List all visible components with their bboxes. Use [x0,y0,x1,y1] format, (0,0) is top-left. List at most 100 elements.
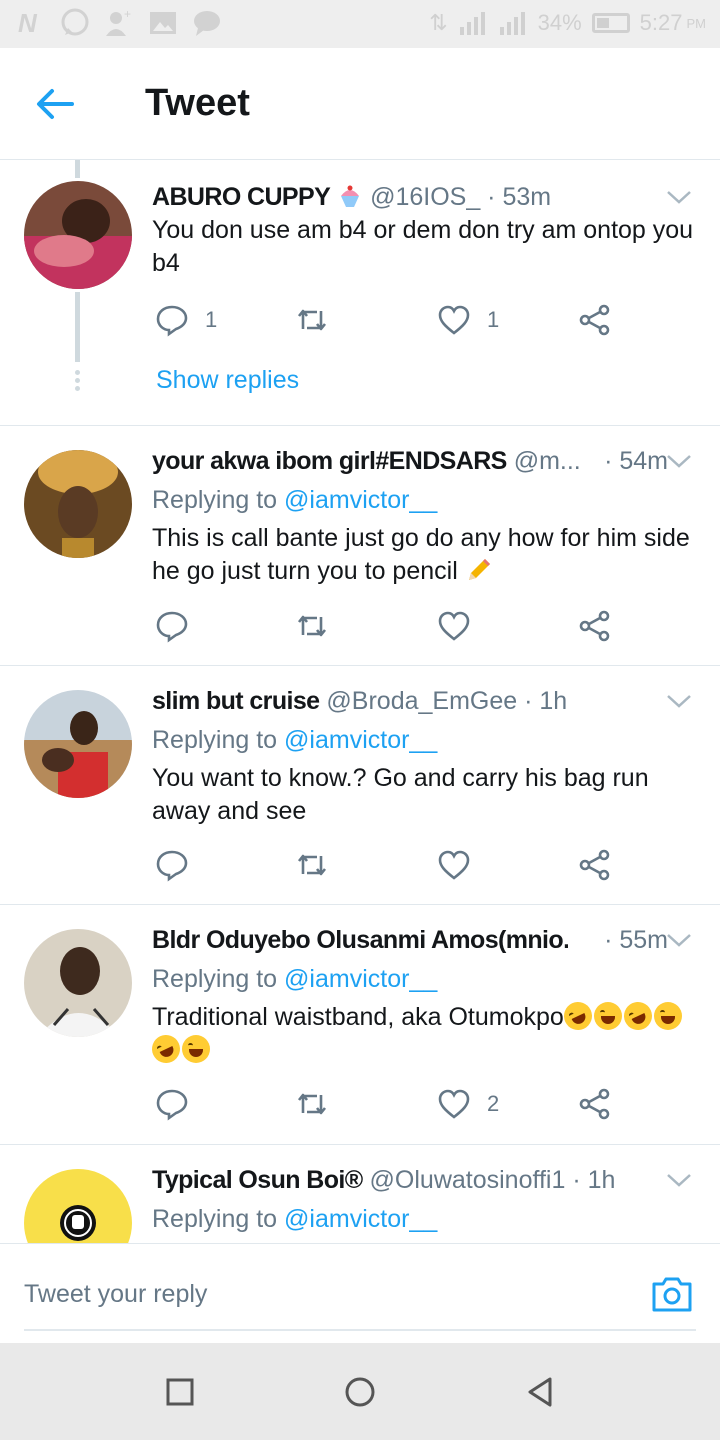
user-name[interactable]: ABURO CUPPY [152,183,331,211]
share-button[interactable] [578,1084,612,1124]
tweet-time: · 53m [487,183,552,211]
tweet-item[interactable]: ABURO CUPPY @16IOS_ · 53m You don use am… [0,160,720,426]
retweet-button[interactable] [295,606,329,646]
camera-button[interactable] [650,1274,694,1314]
avatar[interactable] [24,181,132,289]
user-handle[interactable]: @m... [514,447,581,475]
reply-feed[interactable]: ABURO CUPPY @16IOS_ · 53m You don use am… [0,160,720,1243]
reply-button[interactable]: 1 [155,300,217,340]
retweet-icon [297,615,327,637]
chevron-down-icon[interactable] [666,691,692,711]
home-button[interactable] [344,1376,376,1408]
system-nav-bar [0,1343,720,1440]
add-contact-icon: + [104,8,134,38]
replying-to-line: Replying to @iamvictor__ [152,723,437,757]
tweet-time: · 1h [572,1166,616,1194]
tweet-header: Bldr Oduyebo Olusanmi Amos(mnio... [152,923,568,957]
whatsapp-icon [60,8,90,38]
heart-icon [438,850,470,880]
tweet-actions: 2 [155,1084,625,1124]
tweet-actions [155,845,625,885]
retweet-button[interactable] [295,300,329,340]
user-name[interactable]: Typical Osun Boi® [152,1166,363,1194]
reply-button[interactable] [155,1084,189,1124]
tweet-text: You want to know.? Go and carry his bag … [152,764,649,825]
user-handle[interactable]: @Broda_EmGee [326,687,517,715]
pencil-emoji [465,556,493,584]
user-name[interactable]: slim but cruise [152,687,320,715]
tweet-item[interactable]: Bldr Oduyebo Olusanmi Amos(mnio... · 55m… [0,905,720,1145]
share-button[interactable] [578,300,612,340]
avatar[interactable] [24,929,132,1037]
avatar[interactable] [24,690,132,798]
share-icon [579,849,610,881]
like-button[interactable] [437,606,471,646]
share-button[interactable] [578,845,612,885]
like-button[interactable]: 1 [437,300,499,340]
heart-icon [438,611,470,641]
mention-link[interactable]: @iamvictor__ [284,726,437,754]
battery-percent: 34% [537,10,582,35]
user-handle[interactable]: @Oluwatosinoffi1 [370,1166,566,1194]
reply-icon [156,850,188,882]
back-nav-button[interactable] [524,1376,556,1408]
share-icon [579,1088,610,1120]
joy-emoji [182,1035,210,1063]
reply-button[interactable] [155,845,189,885]
arrow-left-icon [37,89,74,119]
retweet-button[interactable] [295,1084,329,1124]
user-name[interactable]: your akwa ibom girl#ENDSARS [152,447,507,475]
like-button[interactable]: 2 [437,1084,499,1124]
reply-input[interactable] [24,1272,624,1316]
replying-to-line: Replying to @iamvictor__ [152,962,437,996]
mention-link[interactable]: @iamvictor__ [284,1205,437,1233]
tweet-header: your akwa ibom girl#ENDSARS @m... [152,444,586,478]
show-replies-link[interactable]: Show replies [156,366,299,395]
tweet-item[interactable]: your akwa ibom girl#ENDSARS @m... · 54m … [0,426,720,666]
tweet-text: You don use am b4 or dem don try am onto… [152,216,694,277]
tweet-item[interactable]: Typical Osun Boi® @Oluwatosinoffi1 · 1h … [0,1145,720,1243]
user-name[interactable]: Bldr Oduyebo Olusanmi Amos(mnio... [152,926,568,954]
battery-icon [591,13,630,33]
like-button[interactable] [437,845,471,885]
mention-link[interactable]: @iamvictor__ [284,486,437,514]
joy-emoji [653,1002,682,1030]
chevron-down-icon[interactable] [666,451,692,471]
reply-composer [0,1243,720,1343]
page-title: Tweet [145,82,250,124]
rofl-emoji [147,1030,185,1068]
tweet-actions: 1 1 [155,300,625,340]
tweet-item[interactable]: slim but cruise @Broda_EmGee · 1h Replyi… [0,666,720,905]
avatar[interactable] [24,1169,132,1243]
back-button[interactable] [32,84,80,124]
replying-prefix: Replying to [152,726,278,754]
ice-cream-emoji [337,183,363,209]
share-button[interactable] [578,606,612,646]
svg-text:N: N [18,10,38,36]
share-icon [579,610,610,642]
chevron-down-icon[interactable] [666,1170,692,1190]
chevron-down-icon[interactable] [666,187,692,207]
clock: 5:27 [639,10,683,35]
reply-button[interactable] [155,606,189,646]
reply-count: 1 [205,307,218,332]
mention-link[interactable]: @iamvictor__ [284,965,437,993]
reply-icon [156,305,188,337]
recent-apps-button[interactable] [164,1376,196,1408]
retweet-button[interactable] [295,845,329,885]
chevron-down-icon[interactable] [666,930,692,950]
share-icon [579,304,610,336]
thread-line [75,292,80,362]
heart-icon [438,1089,470,1119]
app-header: Tweet [0,48,720,160]
replying-to-line: Replying to @iamvictor__ [152,483,437,517]
user-handle[interactable]: @16IOS_ [370,183,480,211]
rofl-emoji [619,997,657,1035]
heart-icon [438,305,470,335]
thread-dot [75,370,80,375]
avatar[interactable] [24,450,132,558]
like-count: 1 [487,307,500,332]
thread-dot [75,386,80,391]
replying-to-line: Replying to @iamvictor__ [152,1202,437,1236]
input-underline [24,1329,696,1331]
